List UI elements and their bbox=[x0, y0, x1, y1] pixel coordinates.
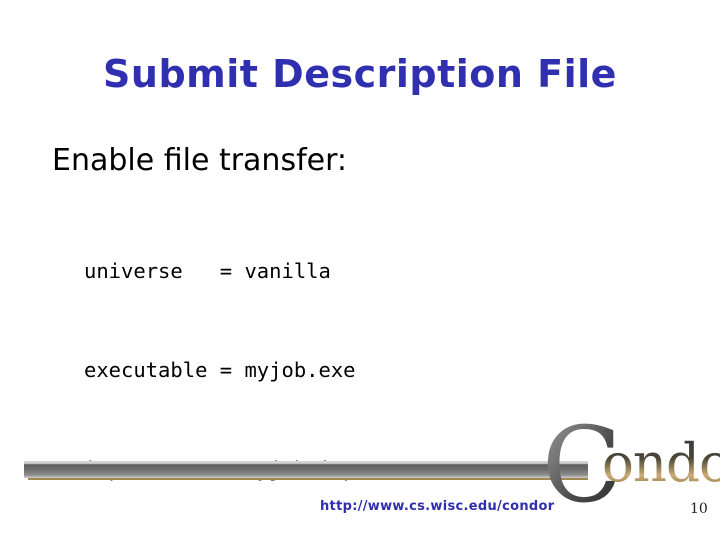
page-title: Submit Description File bbox=[103, 52, 617, 96]
condor-logo-wordmark: ondor bbox=[602, 437, 720, 490]
slide-subtitle: Enable file transfer: bbox=[52, 143, 348, 178]
code-line-universe: universe = vanilla bbox=[84, 259, 331, 283]
page-number: 10 bbox=[690, 501, 708, 517]
code-line-executable: executable = myjob.exe bbox=[84, 358, 356, 382]
slide: Submit Description File Enable file tran… bbox=[0, 0, 720, 540]
footer-bar-body bbox=[24, 461, 588, 478]
footer-divider-bar bbox=[24, 461, 588, 481]
submit-file-code-block: universe = vanilla executable = myjob.ex… bbox=[84, 189, 491, 540]
footer-bar-gold-edge bbox=[28, 478, 588, 480]
condor-website-url[interactable]: http://www.cs.wisc.edu/condor bbox=[320, 499, 554, 514]
